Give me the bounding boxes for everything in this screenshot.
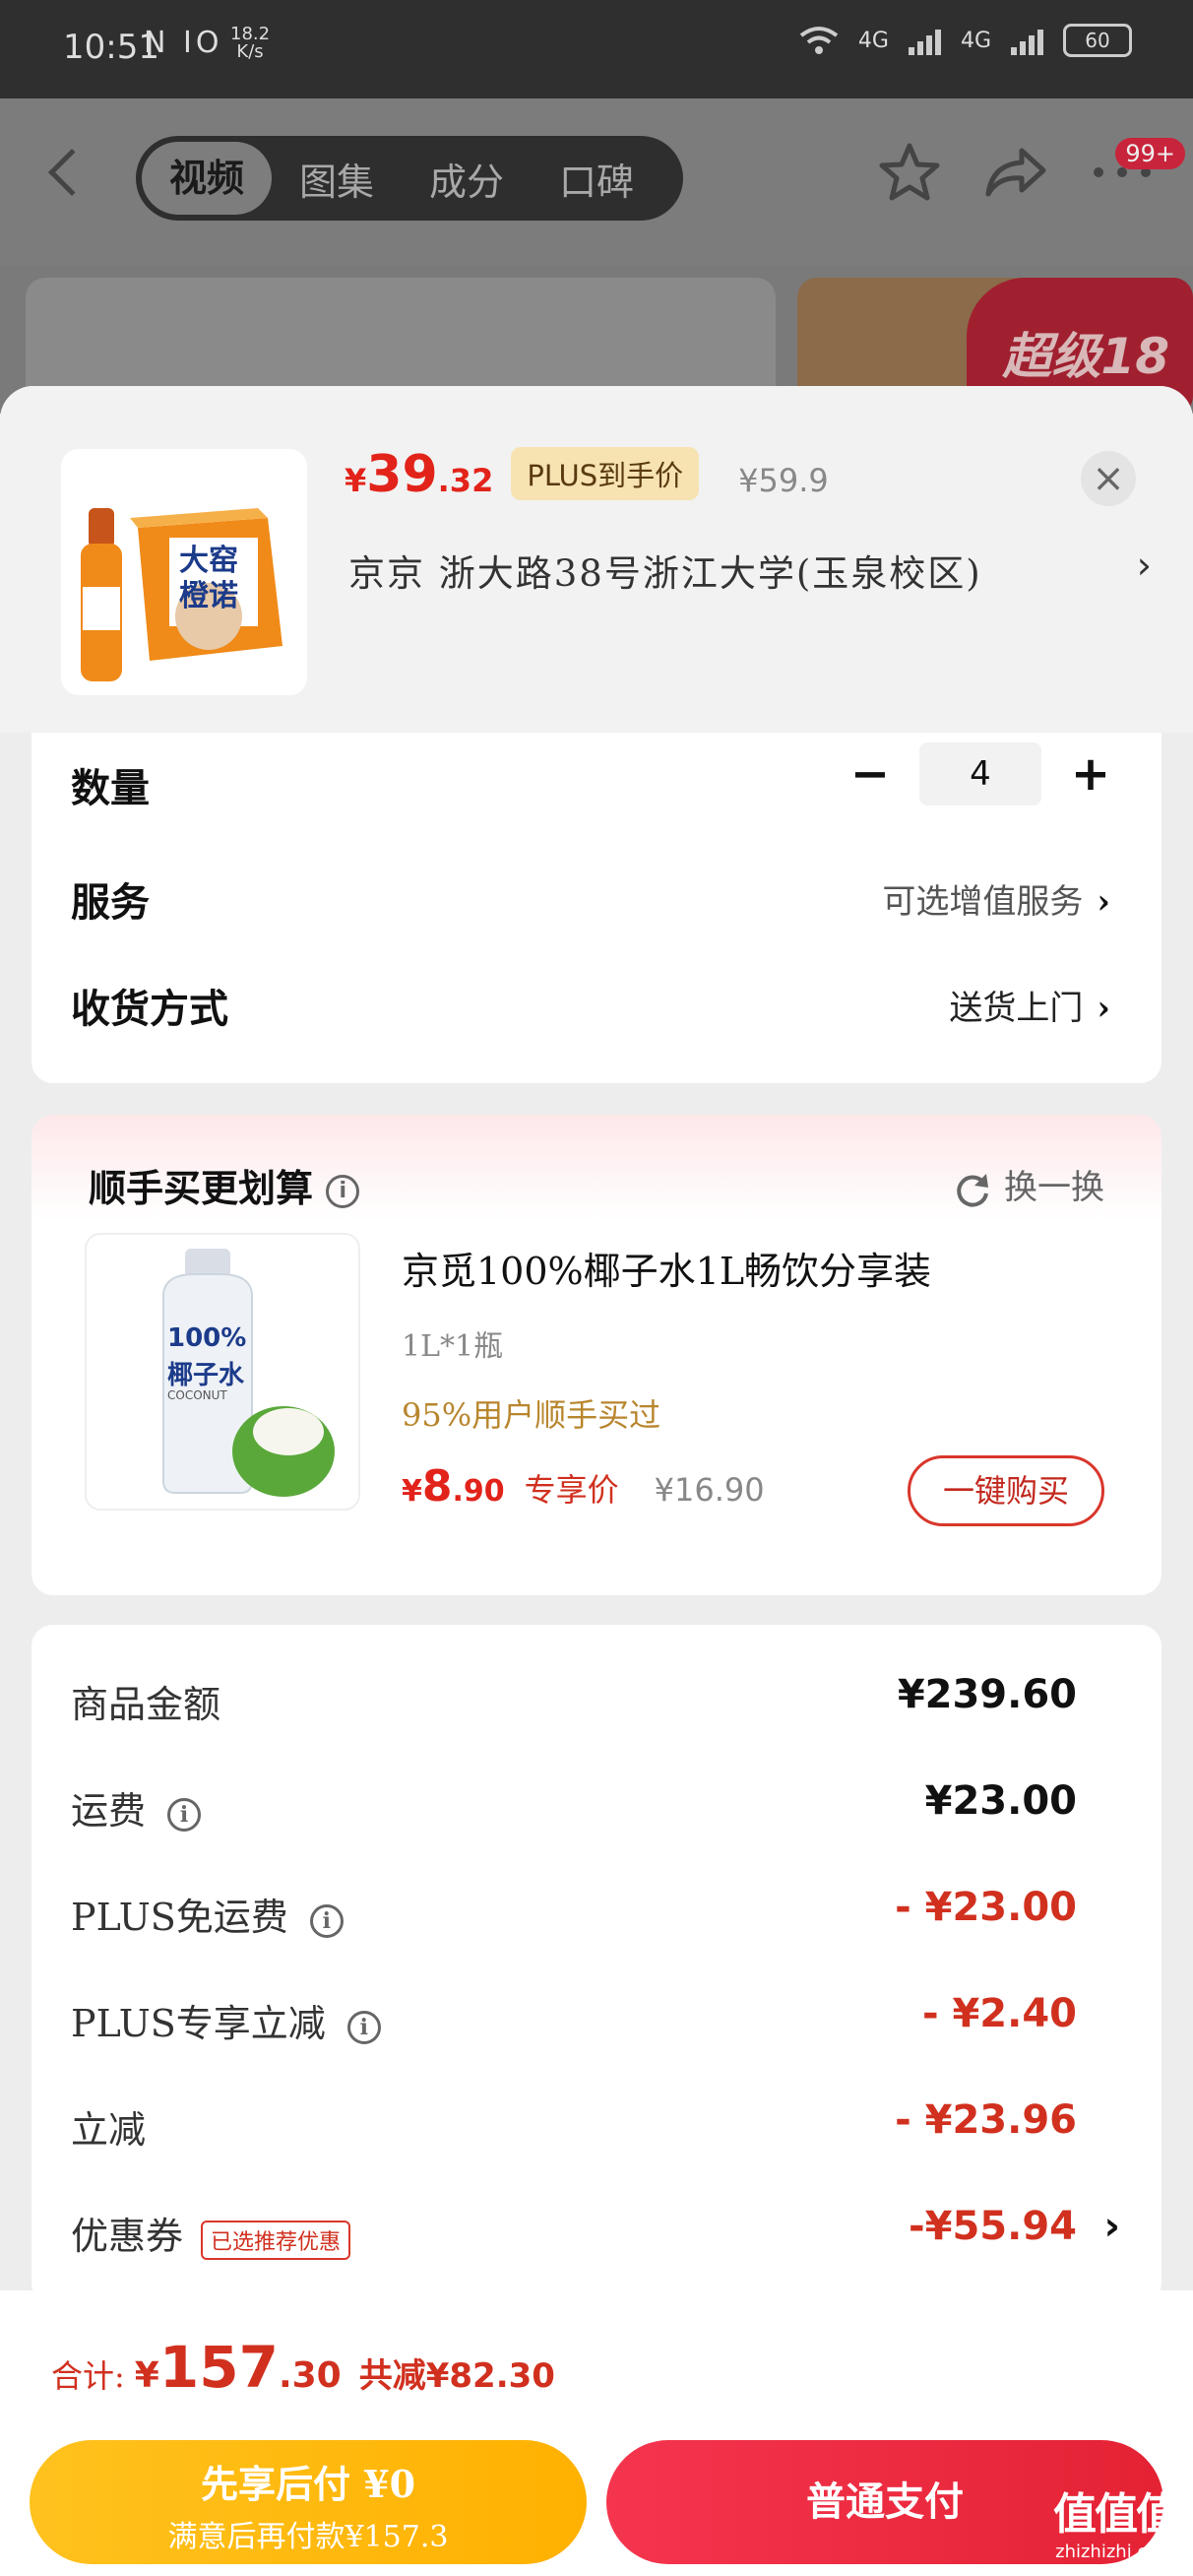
refresh-icon [957,1174,988,1207]
delivery-value: 送货上门 › [949,989,1110,1028]
recommend-product-spec: 1L*1瓶 [402,1329,504,1364]
original-price: ¥59.9 [738,462,829,499]
fee-label: PLUS免运费 i [71,1887,344,1941]
banner-text: 超级18 [1002,328,1169,385]
chevron-right-icon: › [1103,2204,1120,2249]
fee-amount: ¥23.00 [924,1778,1077,1824]
nav-actions [878,142,1154,203]
recommend-product-name[interactable]: 京觅100%椰子水1L畅饮分享装 [402,1241,931,1295]
wifi-icon [799,27,839,54]
purchase-sheet: 大窑 橙诺 ¥39.32 PLUS到手价 ¥59.9 × 京京 浙大路38号浙江… [0,386,1193,2576]
notification-badge: 99+ [1115,138,1185,169]
decrement-button[interactable]: − [839,746,902,802]
quantity-input[interactable]: 4 [919,742,1041,805]
chevron-right-icon: › [1097,882,1110,922]
fee-amount: - ¥2.40 [921,1991,1077,2036]
network-speed: 18.2 K/s [230,24,271,62]
top-nav: 视频 图集 成分 口碑 99+ [0,98,1193,266]
delivery-row[interactable]: 收货方式 送货上门 › [31,953,1162,1042]
signal-icon [908,26,941,55]
watermark-logo: 值值值 zhizhizhi.com [1053,2489,1179,2562]
fee-row-plus-discount: PLUS专享立减 i - ¥2.40 [31,1983,1162,2052]
service-value: 可选增值服务 › [882,882,1110,922]
fee-amount: -¥55.94 [909,2204,1077,2249]
status-right-icons: 4G 4G 60 [799,24,1132,57]
coconut-image-text-1: 100% [167,1323,247,1353]
quantity-row: 数量 − 4 + [31,733,1162,831]
one-click-buy-button[interactable]: 一键购买 [908,1455,1104,1526]
fee-amount: - ¥23.96 [895,2097,1077,2143]
service-row[interactable]: 服务 可选增值服务 › [31,847,1162,935]
checkout-bar: 合计: ¥157.30 共减¥82.30 先享后付 ¥0 满意后再付款¥157.… [0,2290,1193,2576]
fee-label: 商品金额 [71,1683,221,1726]
fee-row-shipping: 运费 i ¥23.00 [31,1771,1162,1839]
battery-icon: 60 [1063,24,1132,57]
swap-button[interactable]: 换一换 [953,1160,1104,1209]
chevron-right-icon[interactable]: › [1137,544,1152,587]
delivery-label: 收货方式 [71,986,228,1032]
increment-button[interactable]: + [1059,746,1122,802]
exclusive-price-label: 专享价 [524,1471,619,1509]
fee-breakdown-card: 商品金额 ¥239.60 运费 i ¥23.00 PLUS免运费 i - ¥23.0… [31,1625,1162,2304]
product-thumbnail: 大窑 橙诺 [61,449,307,695]
media-tabs: 视频 图集 成分 口碑 [136,136,683,221]
signal-icon-2 [1011,26,1043,55]
status-bar: 10:51 N ⅠO 18.2 K/s 4G 4G 60 [0,0,1193,98]
product-header: 大窑 橙诺 ¥39.32 PLUS到手价 ¥59.9 × 京京 浙大路38号浙江… [0,386,1193,733]
info-icon[interactable]: i [167,1797,202,1832]
fee-row-instant-discount: 立减 - ¥23.96 [31,2090,1162,2158]
share-icon[interactable] [984,145,1047,200]
coconut-image-text-3: COCONUT [167,1388,227,1402]
network-label-1: 4G [857,28,889,53]
recommend-title: 顺手买更划算 i [89,1158,360,1212]
tab-gallery[interactable]: 图集 [272,152,402,206]
delivery-address[interactable]: 京京 浙大路38号浙江大学(玉泉校区) [348,544,982,597]
fee-label: PLUS专享立减 i [71,1993,381,2047]
fee-row-coupon[interactable]: 优惠券 已选推荐优惠 -¥55.94 › [31,2196,1162,2265]
close-icon: × [1092,456,1125,501]
fee-amount: ¥239.60 [897,1672,1077,1717]
product-image-text-2: 橙诺 [179,579,238,613]
info-icon[interactable]: i [346,2010,381,2044]
total-saving: 共减¥82.30 [358,2356,555,2396]
recommend-card: 顺手买更划算 i 换一换 100% 椰子水 COCONUT 京觅100%椰子水1… [31,1115,1162,1595]
price-row: ¥39.32 PLUS到手价 ¥59.9 [345,445,829,506]
chevron-right-icon: › [1097,989,1110,1028]
pay-later-button[interactable]: 先享后付 ¥0 满意后再付款¥157.3 [30,2440,587,2564]
info-icon[interactable]: i [326,1174,360,1208]
tab-video[interactable]: 视频 [142,142,272,215]
total-price: 合计: ¥157.30 共减¥82.30 [51,2334,555,2401]
options-card: 数量 − 4 + 服务 可选增值服务 › 收货方式 送货上门 › [31,733,1162,1083]
close-button[interactable]: × [1081,451,1136,506]
tab-reviews[interactable]: 口碑 [532,152,661,206]
fee-label: 运费 i [71,1780,202,1835]
coupon-tag: 已选推荐优惠 [201,2220,351,2260]
back-arrow-icon[interactable] [47,148,96,197]
coconut-image-text-2: 椰子水 [167,1361,245,1390]
tab-ingredients[interactable]: 成分 [402,152,532,206]
status-left-icons: N ⅠO [144,26,223,60]
recommend-product-image[interactable]: 100% 椰子水 COCONUT [85,1233,360,1511]
plus-price-tag: PLUS到手价 [511,447,700,500]
quantity-stepper: − 4 + [839,742,1122,805]
service-label: 服务 [71,879,150,926]
info-icon[interactable]: i [309,1903,344,1938]
recommend-bought-rate: 95%用户顺手买过 [402,1396,661,1434]
fee-label: 立减 [71,2108,147,2152]
fee-row-plus-free-shipping: PLUS免运费 i - ¥23.00 [31,1877,1162,1946]
star-icon[interactable] [878,142,941,203]
recommend-original-price: ¥16.90 [654,1471,765,1509]
fee-row-subtotal: 商品金额 ¥239.60 [31,1664,1162,1733]
fee-label: 优惠券 已选推荐优惠 [71,2206,351,2260]
recommend-price-row: ¥8.90 专享价 ¥16.90 [402,1461,765,1512]
plus-price: ¥39.32 [345,445,494,504]
fee-amount: - ¥23.00 [895,1885,1077,1930]
quantity-label: 数量 [71,765,150,811]
network-label-2: 4G [960,28,991,53]
